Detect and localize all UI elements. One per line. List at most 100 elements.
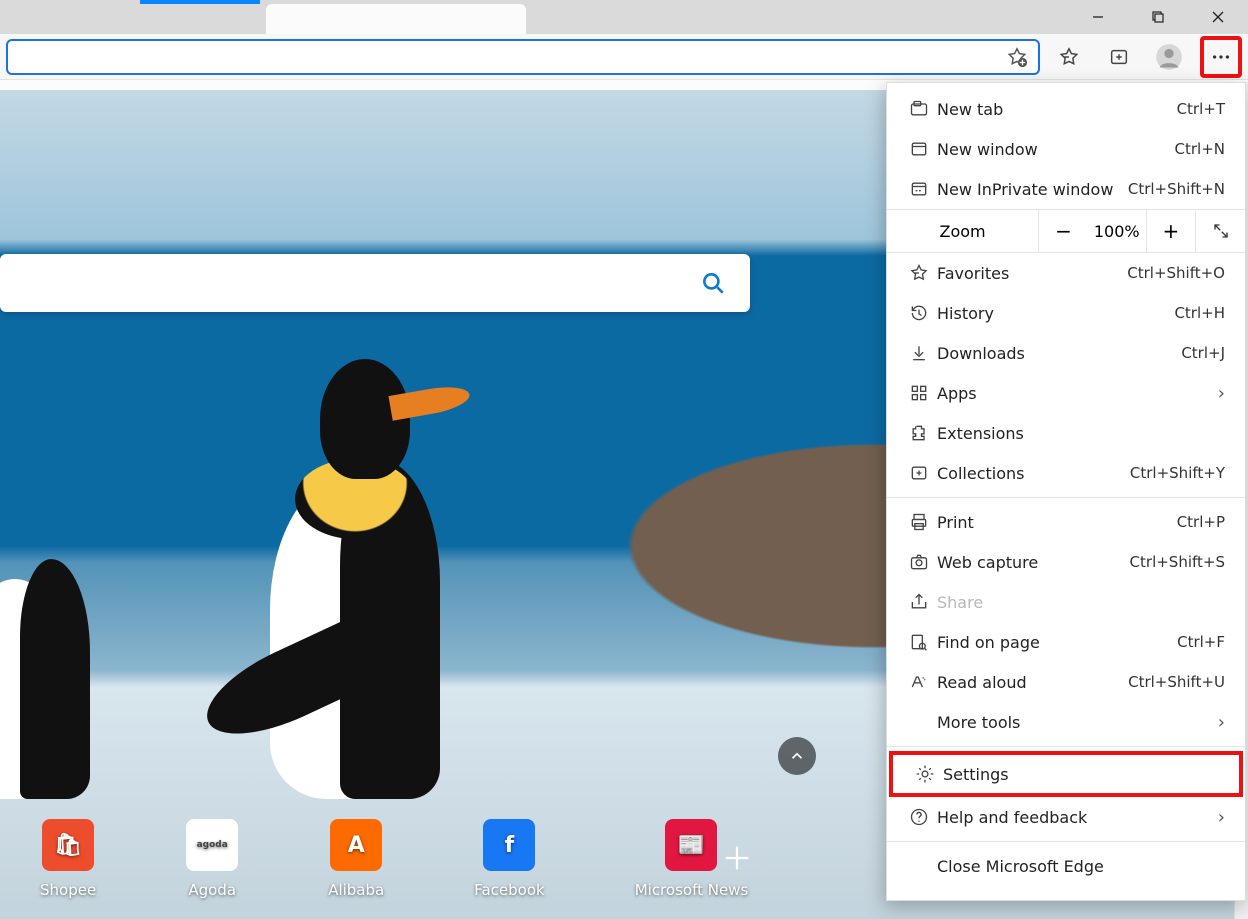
capture-icon xyxy=(905,552,933,572)
menu-item-webcapture[interactable]: Web captureCtrl+Shift+S xyxy=(887,542,1245,582)
quick-links: 🛍Shopee agoda Agoda A Alibaba f Facebook 📰 Micro… xyxy=(40,819,748,899)
quick-link-label: Alibaba xyxy=(328,881,384,899)
menu-item-favorites[interactable]: FavoritesCtrl+Shift+O xyxy=(887,253,1245,293)
add-quick-link-button[interactable] xyxy=(720,841,754,875)
menu-item-label: Help and feedback xyxy=(933,808,1218,827)
quick-link-label: Agoda xyxy=(188,881,236,899)
menu-item-label: History xyxy=(933,304,1174,323)
menu-item-extensions[interactable]: Extensions xyxy=(887,413,1245,453)
menu-item-shortcut: Ctrl+Shift+O xyxy=(1127,264,1225,282)
tab[interactable] xyxy=(266,4,526,34)
history-icon xyxy=(905,303,933,323)
menu-item-moretools[interactable]: More tools› xyxy=(887,702,1245,742)
menu-item-shortcut: Ctrl+Shift+Y xyxy=(1130,464,1225,482)
zoom-out-button[interactable]: − xyxy=(1038,209,1088,253)
menu-item-label: Collections xyxy=(933,464,1130,483)
gear-icon xyxy=(911,764,939,784)
zoom-in-button[interactable]: + xyxy=(1146,209,1196,253)
menu-item-label: New window xyxy=(933,140,1175,159)
quick-link-tile: agoda xyxy=(186,819,238,871)
settings-menu: New tabCtrl+TNew windowCtrl+NNew InPriva… xyxy=(886,82,1246,901)
tab-icon xyxy=(905,99,933,119)
menu-item-label: Find on page xyxy=(933,633,1177,652)
quick-link-agoda[interactable]: agoda Agoda xyxy=(186,819,238,899)
menu-item-collections[interactable]: CollectionsCtrl+Shift+Y xyxy=(887,453,1245,493)
search-icon[interactable] xyxy=(700,270,726,296)
chevron-right-icon: › xyxy=(1218,383,1225,404)
menu-item-shortcut: Ctrl+P xyxy=(1177,513,1225,531)
menu-item-new-window[interactable]: New windowCtrl+N xyxy=(887,129,1245,169)
browser-toolbar xyxy=(0,34,1248,80)
menu-item-new-tab[interactable]: New tabCtrl+T xyxy=(887,89,1245,129)
download-icon xyxy=(905,343,933,363)
add-favorite-icon[interactable] xyxy=(1006,46,1028,68)
collections-button[interactable] xyxy=(1098,36,1140,78)
fullscreen-button[interactable] xyxy=(1195,209,1245,253)
print-icon xyxy=(905,512,933,532)
quick-link-tile: 📰 xyxy=(665,819,717,871)
menu-item-close[interactable]: Close Microsoft Edge xyxy=(887,846,1245,886)
quick-link-alibaba[interactable]: A Alibaba xyxy=(328,819,384,899)
maximize-button[interactable] xyxy=(1128,0,1188,34)
menu-item-shortcut: Ctrl+T xyxy=(1177,100,1225,118)
quick-link-shopee[interactable]: 🛍Shopee xyxy=(40,819,96,899)
quick-link-facebook[interactable]: f Facebook xyxy=(474,819,544,899)
ext-icon xyxy=(905,423,933,443)
menu-item-share: Share xyxy=(887,582,1245,622)
inprivate-icon xyxy=(905,179,933,199)
share-icon xyxy=(905,592,933,612)
menu-item-print[interactable]: PrintCtrl+P xyxy=(887,502,1245,542)
menu-item-settings[interactable]: Settings xyxy=(889,751,1243,797)
apps-icon xyxy=(905,383,933,403)
star-icon xyxy=(905,263,933,283)
search-box[interactable] xyxy=(0,254,750,312)
background-decor xyxy=(200,359,490,839)
expand-feed-button[interactable] xyxy=(778,737,816,775)
help-icon xyxy=(905,807,933,827)
background-decor xyxy=(0,519,120,819)
menu-item-downloads[interactable]: DownloadsCtrl+J xyxy=(887,333,1245,373)
menu-item-find[interactable]: Find on pageCtrl+F xyxy=(887,622,1245,662)
chevron-right-icon: › xyxy=(1218,807,1225,828)
close-button[interactable] xyxy=(1188,0,1248,34)
favorites-button[interactable] xyxy=(1048,36,1090,78)
zoom-value: 100% xyxy=(1088,222,1146,241)
menu-item-shortcut: Ctrl+Shift+S xyxy=(1130,553,1225,571)
menu-item-apps[interactable]: Apps› xyxy=(887,373,1245,413)
menu-item-readaloud[interactable]: Read aloudCtrl+Shift+U xyxy=(887,662,1245,702)
menu-item-inprivate[interactable]: New InPrivate windowCtrl+Shift+N xyxy=(887,169,1245,209)
quick-link-tile: f xyxy=(483,819,535,871)
address-bar[interactable] xyxy=(6,39,1040,75)
quick-link-label: Microsoft News xyxy=(635,881,749,899)
menu-item-label: Downloads xyxy=(933,344,1181,363)
quick-link-tile: A xyxy=(330,819,382,871)
menu-item-shortcut: Ctrl+N xyxy=(1175,140,1225,158)
menu-item-label: Read aloud xyxy=(933,673,1128,692)
titlebar xyxy=(0,0,1248,34)
quick-link-label: Facebook xyxy=(474,881,544,899)
tab-active-indicator xyxy=(140,0,260,4)
menu-item-label: Share xyxy=(933,593,1225,612)
zoom-label: Zoom xyxy=(887,222,1038,241)
menu-item-label: Extensions xyxy=(933,424,1225,443)
find-icon xyxy=(905,632,933,652)
menu-item-label: Favorites xyxy=(933,264,1127,283)
collections-icon xyxy=(905,463,933,483)
minimize-button[interactable] xyxy=(1068,0,1128,34)
menu-item-shortcut: Ctrl+Shift+N xyxy=(1128,180,1225,198)
menu-item-label: More tools xyxy=(933,713,1218,732)
menu-item-label: Apps xyxy=(933,384,1218,403)
menu-item-shortcut: Ctrl+Shift+U xyxy=(1128,673,1225,691)
window-icon xyxy=(905,139,933,159)
chevron-right-icon: › xyxy=(1218,712,1225,733)
read-icon xyxy=(905,672,933,692)
menu-item-help[interactable]: Help and feedback› xyxy=(887,797,1245,837)
menu-item-label: Close Microsoft Edge xyxy=(933,857,1225,876)
menu-item-shortcut: Ctrl+H xyxy=(1174,304,1225,322)
menu-item-label: Settings xyxy=(939,765,1219,784)
menu-item-shortcut: Ctrl+J xyxy=(1181,344,1225,362)
profile-button[interactable] xyxy=(1148,36,1190,78)
menu-item-shortcut: Ctrl+F xyxy=(1177,633,1225,651)
more-button[interactable] xyxy=(1200,36,1242,78)
menu-item-history[interactable]: HistoryCtrl+H xyxy=(887,293,1245,333)
